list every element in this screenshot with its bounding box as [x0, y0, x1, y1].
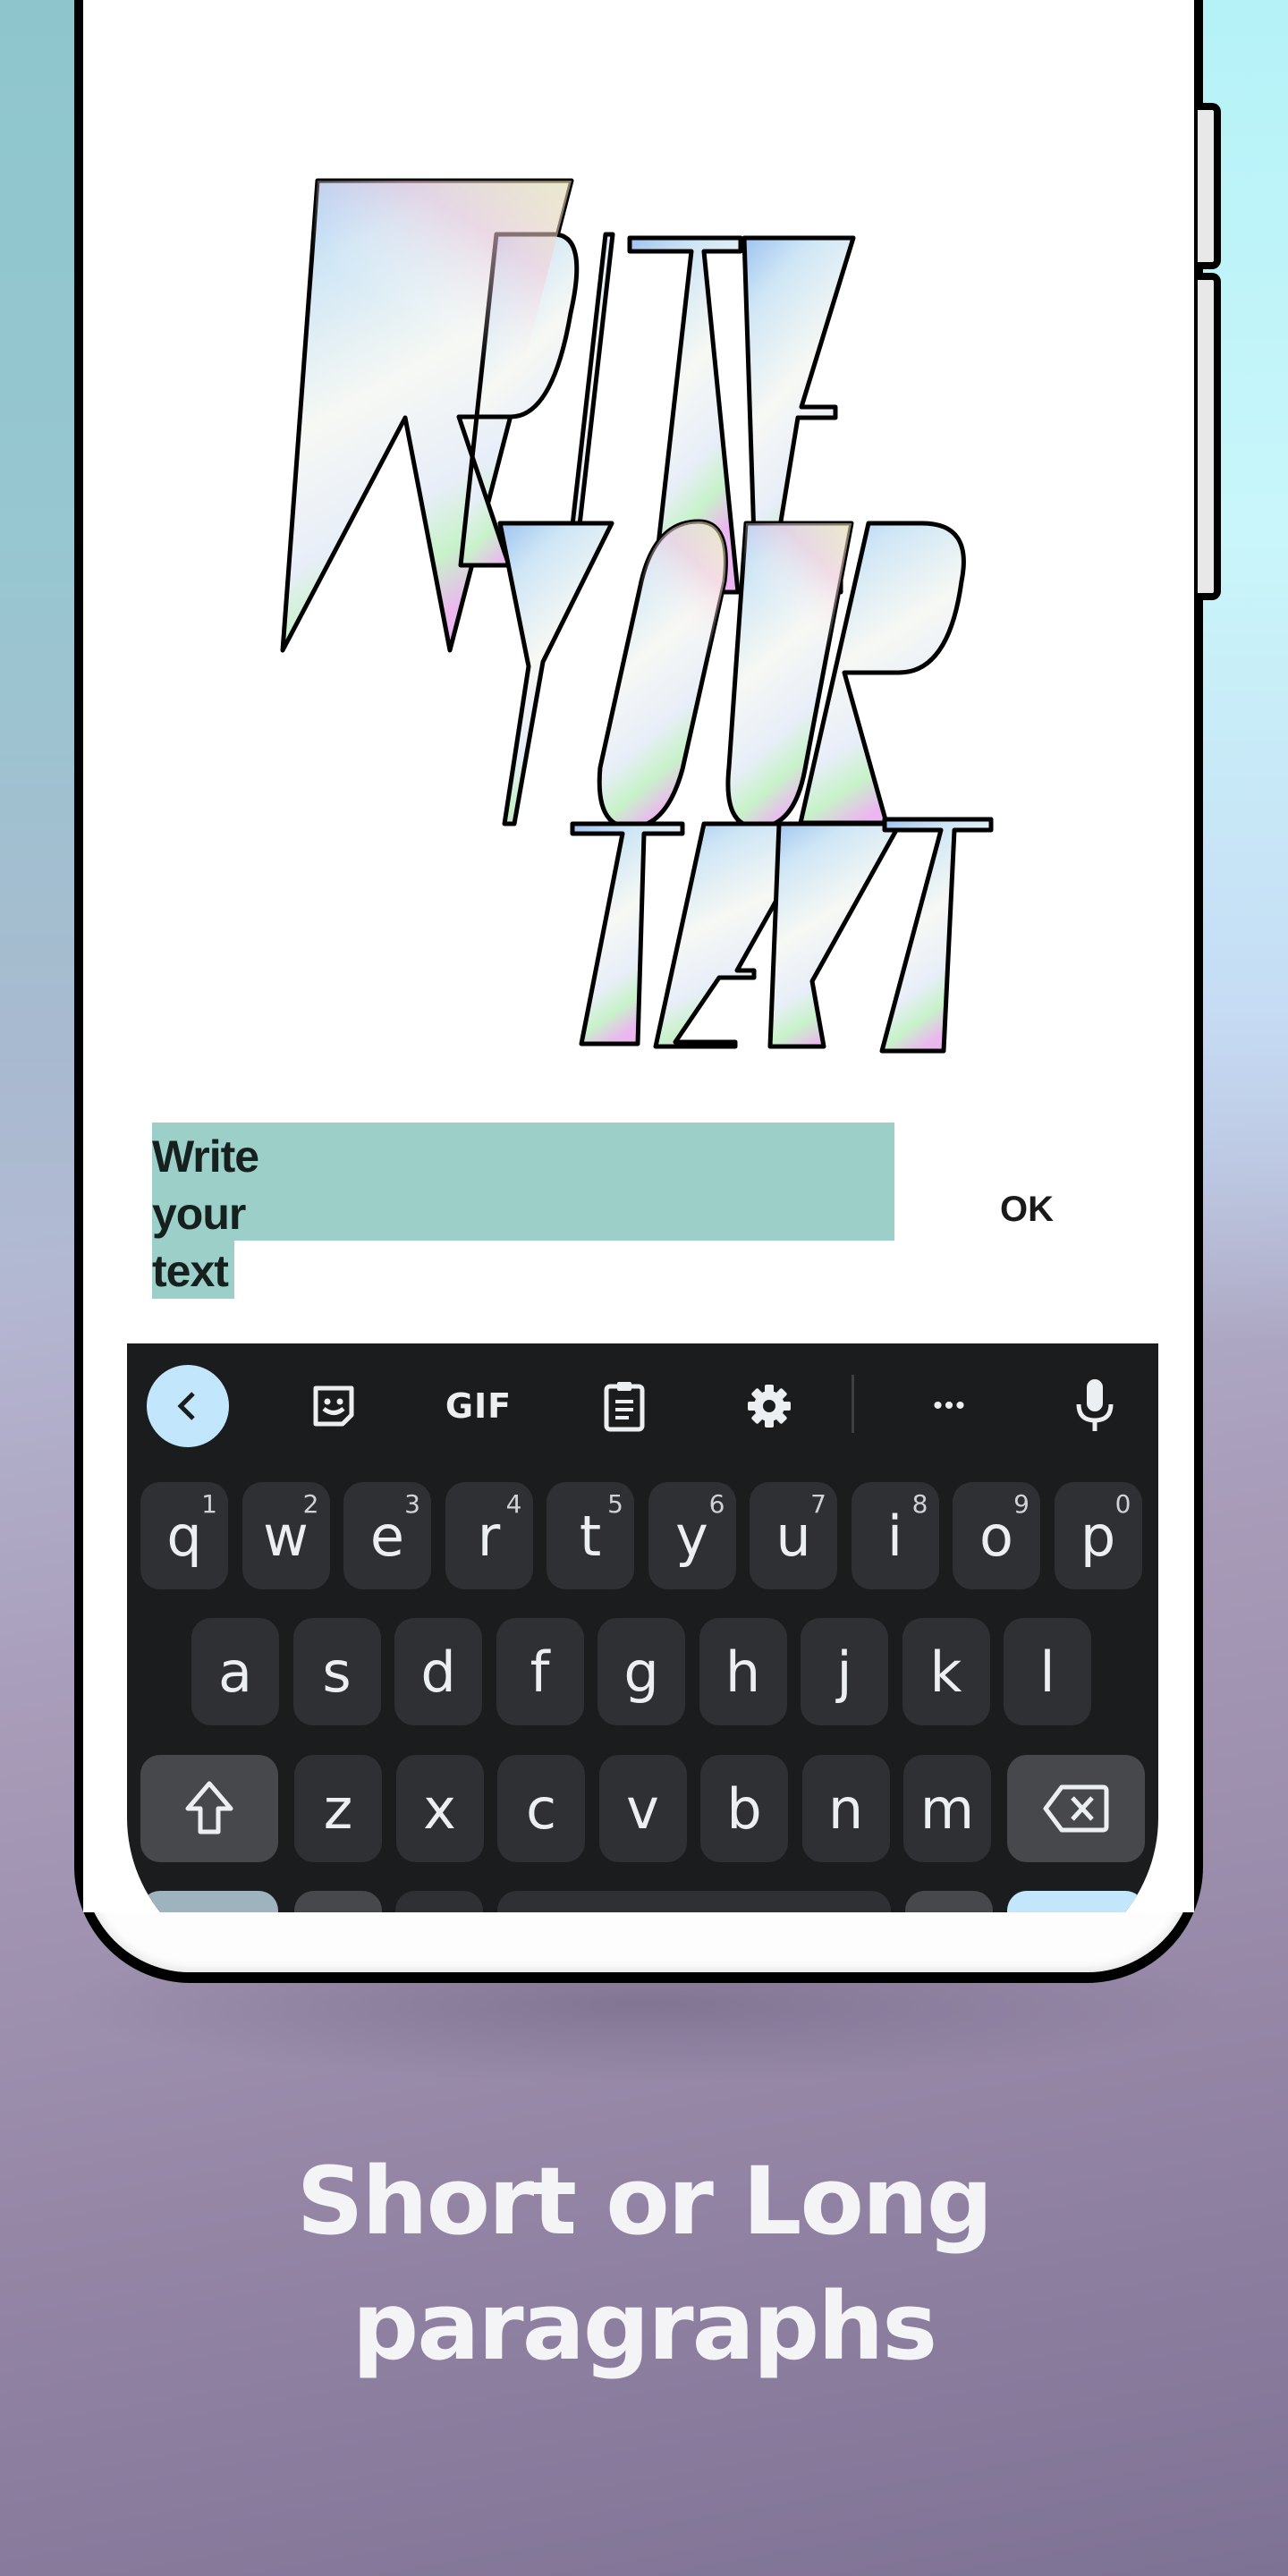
word-text [570, 817, 994, 1054]
key-j[interactable]: j [801, 1618, 888, 1725]
key-e[interactable]: e3 [343, 1482, 431, 1589]
clipboard-button[interactable] [583, 1365, 665, 1447]
chevron-left-icon [177, 1392, 195, 1420]
backspace-icon [1043, 1784, 1109, 1833]
power-button [1198, 103, 1221, 269]
key-label: e [369, 1503, 405, 1569]
sticker-button[interactable] [292, 1365, 375, 1447]
key-number-hint: 0 [1114, 1489, 1131, 1519]
voice-input-button[interactable] [1054, 1365, 1136, 1447]
phone-screen: Write your text OK GIF ••• q 1 w 2 e 3 r… [83, 0, 1194, 1912]
key-label: i [886, 1503, 903, 1569]
keyboard-back-button[interactable] [147, 1365, 229, 1447]
clipboard-icon [604, 1382, 645, 1432]
key-t[interactable]: t5 [547, 1482, 634, 1589]
ok-button[interactable]: OK [1000, 1190, 1054, 1230]
key-h[interactable]: h [699, 1618, 787, 1725]
enter-key[interactable] [1007, 1891, 1145, 1912]
key-c[interactable]: c [497, 1755, 585, 1862]
key-label: r [477, 1503, 501, 1569]
caption-line-2: paragraphs [352, 2272, 937, 2381]
settings-button[interactable] [728, 1365, 810, 1447]
symbols-key[interactable] [140, 1891, 278, 1912]
key-o[interactable]: o9 [953, 1482, 1040, 1589]
key-i[interactable]: i8 [851, 1482, 939, 1589]
key-q[interactable]: q1 [140, 1482, 228, 1589]
key-u[interactable]: u7 [750, 1482, 837, 1589]
key-g[interactable]: g [597, 1618, 685, 1725]
key-number-hint: 9 [1013, 1489, 1030, 1519]
text-input-value[interactable]: Write your text [152, 1128, 259, 1300]
key-label: q [166, 1503, 202, 1569]
key-number-hint: 1 [201, 1489, 217, 1519]
emoji-key[interactable] [294, 1891, 382, 1912]
key-label: y [675, 1503, 708, 1569]
gif-button[interactable]: GIF [437, 1365, 520, 1447]
text-selection-highlight [152, 1123, 894, 1241]
key-a[interactable]: a [191, 1618, 279, 1725]
gear-icon [748, 1385, 791, 1428]
key-label: t [579, 1503, 602, 1569]
key-z[interactable]: z [294, 1755, 382, 1862]
comma-key[interactable] [395, 1891, 483, 1912]
key-y[interactable]: y6 [648, 1482, 736, 1589]
key-n[interactable]: n [801, 1755, 890, 1862]
key-number-hint: 8 [911, 1489, 928, 1519]
key-f[interactable]: f [496, 1618, 584, 1725]
shift-key[interactable] [140, 1755, 278, 1862]
space-key[interactable] [497, 1891, 891, 1912]
write-your-text-artwork [280, 178, 994, 1054]
shift-icon [185, 1781, 233, 1835]
key-k[interactable]: k [902, 1618, 990, 1725]
key-v[interactable]: v [598, 1755, 687, 1862]
key-label: p [1080, 1503, 1116, 1569]
key-d[interactable]: d [394, 1618, 482, 1725]
keyboard: GIF ••• q1w2e3r4t5y6u7i8o9p0 asdfghjkl z… [127, 1343, 1158, 1912]
key-label: u [775, 1503, 811, 1569]
toolbar-divider [852, 1375, 854, 1433]
key-number-hint: 4 [505, 1489, 522, 1519]
sticker-icon [313, 1385, 354, 1427]
key-number-hint: 2 [302, 1489, 319, 1519]
key-x[interactable]: x [395, 1755, 484, 1862]
key-s[interactable]: s [292, 1618, 381, 1725]
key-number-hint: 6 [708, 1489, 725, 1519]
keyboard-toolbar: GIF ••• [127, 1343, 1158, 1467]
key-label: w [263, 1503, 309, 1569]
key-number-hint: 7 [810, 1489, 826, 1519]
key-number-hint: 5 [607, 1489, 623, 1519]
volume-button [1198, 273, 1221, 600]
key-l[interactable]: l [1004, 1618, 1091, 1725]
key-m[interactable]: m [903, 1755, 991, 1862]
key-w[interactable]: w2 [242, 1482, 330, 1589]
period-key[interactable] [905, 1891, 993, 1912]
keyboard-clip: GIF ••• q1w2e3r4t5y6u7i8o9p0 asdfghjkl z… [127, 1343, 1158, 1912]
more-button[interactable]: ••• [909, 1365, 991, 1447]
microphone-icon [1076, 1379, 1114, 1431]
key-number-hint: 3 [404, 1489, 420, 1519]
key-b[interactable]: b [700, 1755, 788, 1862]
key-r[interactable]: r4 [445, 1482, 533, 1589]
caption-line-1: Short or Long [296, 2147, 994, 2256]
key-label: o [979, 1503, 1013, 1569]
key-p[interactable]: p0 [1054, 1482, 1142, 1589]
backspace-key[interactable] [1007, 1755, 1145, 1862]
